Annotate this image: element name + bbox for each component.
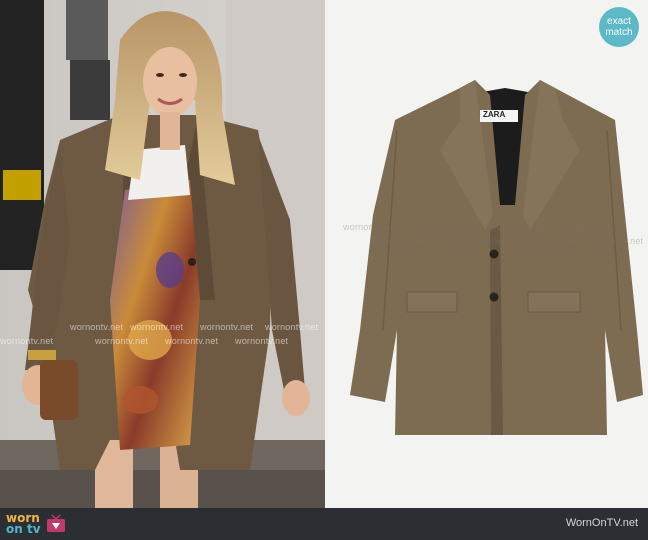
watermark-text: wornontv.net — [590, 236, 644, 246]
watermark-text: wornontv.net — [490, 222, 544, 232]
logo-line2: on tv — [6, 522, 41, 536]
watermark-text: wornontv.net — [95, 336, 149, 346]
site-logo[interactable]: worn on tv — [6, 511, 67, 537]
watermark-text: wornontv.net — [70, 322, 124, 332]
watermark-text: wornontv.net — [452, 236, 506, 246]
watermark-text: wornontv.net — [265, 322, 319, 332]
site-credit: WornOnTV.net — [565, 517, 638, 529]
logo-wordmark: worn on tv — [6, 512, 41, 536]
watermark-text: wornontv.net — [130, 322, 184, 332]
tv-icon — [46, 514, 65, 532]
watermark-text: wornontv.net — [200, 322, 254, 332]
watermark-text: wornontv.net — [425, 222, 479, 232]
watermark-text: wornontv.net — [0, 336, 54, 346]
blazer-product-art — [350, 80, 643, 435]
celebrity-photo-art — [0, 0, 325, 508]
celebrity-photo: wornontv.net wornontv.net wornontv.net w… — [0, 0, 325, 508]
badge-line2: match — [605, 27, 633, 38]
product-photo[interactable]: wornontv.net wornontv.net wornontv.net w… — [325, 0, 648, 508]
product-scene: wornontv.net wornontv.net wornontv.net w… — [0, 0, 648, 508]
watermark-text: wornontv.net — [343, 222, 397, 232]
watermark-text: wornontv.net — [165, 336, 219, 346]
watermark-text: wornontv.net — [557, 222, 611, 232]
badge-line1: exact — [607, 16, 631, 27]
watermark-text: wornontv.net — [370, 236, 424, 246]
garment-brand-label: ZARA — [483, 110, 506, 119]
watermark-text: wornontv.net — [235, 336, 289, 346]
footer-bar: worn on tv WornOnTV.net — [0, 508, 648, 540]
watermark-text: wornontv.net — [522, 236, 576, 246]
exact-match-badge: exact match — [599, 7, 639, 47]
